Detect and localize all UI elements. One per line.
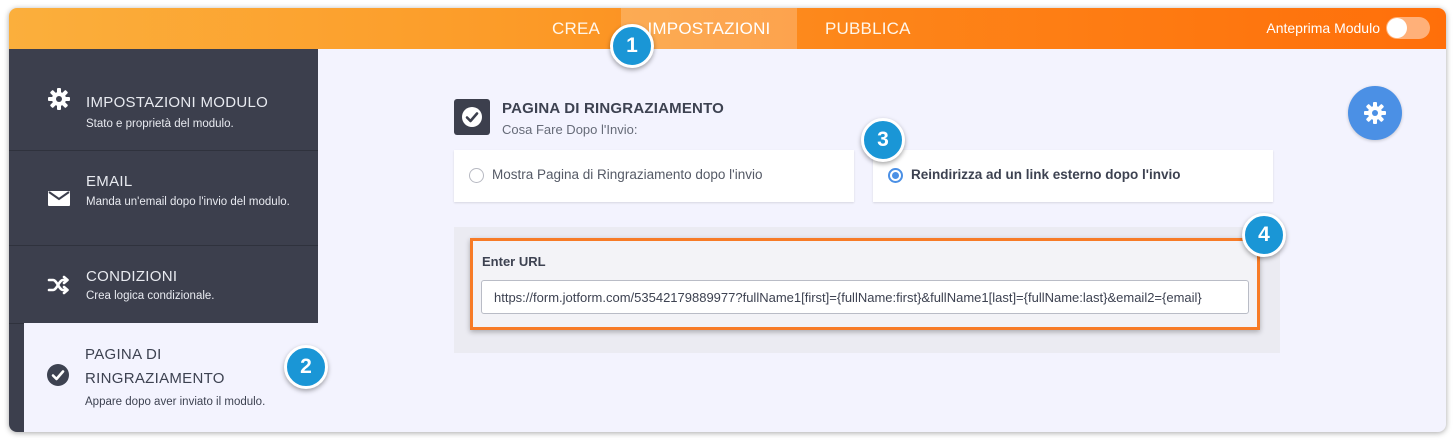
callout-badge-3: 3 — [861, 118, 905, 162]
callout-badge-4: 4 — [1242, 213, 1286, 257]
url-input[interactable] — [481, 280, 1249, 314]
settings-sidebar: IMPOSTAZIONI MODULO Stato e proprietà de… — [9, 49, 318, 432]
option-show-thank-you-page[interactable]: Mostra Pagina di Ringraziamento dopo l'i… — [454, 150, 854, 202]
sidebar-item-desc: Appare dopo aver inviato il modulo. — [85, 396, 266, 408]
toggle-knob — [1387, 18, 1407, 38]
sidebar-item-condizioni[interactable]: CONDIZIONI Crea logica condizionale. — [9, 245, 318, 324]
option-label: Reindirizza ad un link esterno dopo l'in… — [911, 167, 1181, 182]
sidebar-item-title: EMAIL — [86, 173, 133, 190]
top-navigation-bar: CREA IMPOSTAZIONI PUBBLICA Anteprima Mod… — [9, 8, 1446, 49]
radio-redirect[interactable] — [888, 168, 903, 183]
tab-pubblica[interactable]: PUBBLICA — [825, 8, 911, 49]
tab-crea[interactable]: CREA — [552, 8, 600, 49]
preview-label: Anteprima Modulo — [1266, 20, 1380, 36]
envelope-icon — [47, 186, 71, 210]
sidebar-item-desc: Crea logica condizionale. — [86, 290, 215, 302]
section-title: PAGINA DI RINGRAZIAMENTO — [502, 100, 725, 117]
callout-badge-1: 1 — [610, 24, 654, 68]
callout-badge-2: 2 — [284, 345, 328, 389]
sidebar-item-title: IMPOSTAZIONI MODULO — [86, 94, 269, 111]
section-check-icon — [454, 99, 490, 135]
sidebar-item-desc: Manda un'email dopo l'invio del modulo. — [86, 196, 290, 208]
preview-toggle[interactable] — [1386, 17, 1430, 39]
sidebar-item-email[interactable]: EMAIL Manda un'email dopo l'invio del mo… — [9, 150, 318, 246]
sidebar-item-title: CONDIZIONI — [86, 268, 178, 285]
sidebar-item-pagina-ringraziamento[interactable]: PAGINA DI RINGRAZIAMENTO Appare dopo ave… — [24, 323, 318, 432]
url-label: Enter URL — [482, 254, 546, 269]
sidebar-item-impostazioni-modulo[interactable]: IMPOSTAZIONI MODULO Stato e proprietà de… — [9, 49, 318, 151]
settings-gear-button[interactable] — [1348, 86, 1402, 140]
sidebar-item-title: PAGINA DI RINGRAZIAMENTO — [85, 346, 225, 387]
radio-show-thank-you[interactable] — [469, 168, 484, 183]
section-subtitle: Cosa Fare Dopo l'Invio: — [502, 122, 638, 137]
app-window: CREA IMPOSTAZIONI PUBBLICA Anteprima Mod… — [9, 8, 1446, 432]
sidebar-item-desc: Stato e proprietà del modulo. — [86, 118, 234, 130]
gear-icon — [47, 87, 71, 111]
check-circle-icon — [46, 363, 70, 387]
option-label: Mostra Pagina di Ringraziamento dopo l'i… — [492, 167, 763, 182]
option-redirect-external-link[interactable]: Reindirizza ad un link esterno dopo l'in… — [873, 150, 1273, 202]
shuffle-icon — [47, 273, 71, 297]
url-highlight-box: Enter URL — [470, 238, 1260, 330]
